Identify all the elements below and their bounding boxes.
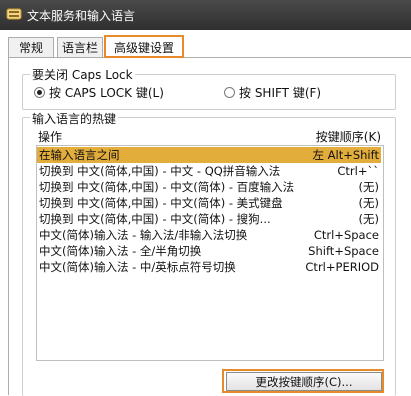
hotkey-action: 切换到 中文(简体,中国) - 中文(简体) - 百度输入法	[39, 180, 295, 194]
caps-lock-option-shift-label: 按 SHIFT 键(F)	[239, 86, 322, 100]
hotkeys-group-title: 输入语言的热键	[30, 110, 119, 127]
hotkey-key: Ctrl+PERIOD	[305, 260, 379, 274]
column-header-key-sequence: 按键顺序(K)	[315, 130, 381, 144]
hotkey-action: 中文(简体)输入法 - 中/英标点符号切换	[39, 260, 236, 274]
radio-checked-icon[interactable]	[34, 87, 45, 98]
title-bar: 文本服务和输入语言	[0, 0, 411, 30]
hotkey-key: (无)	[358, 196, 379, 210]
list-item[interactable]: 在输入语言之间 左 Alt+Shift	[37, 147, 381, 163]
hotkey-key: Ctrl+``	[337, 164, 379, 178]
caps-lock-group-title: 要关闭 Caps Lock	[30, 66, 135, 83]
hotkey-action: 中文(简体)输入法 - 输入法/非输入法切换	[39, 228, 248, 242]
list-item[interactable]: 切换到 中文(简体,中国) - 中文 - QQ拼音输入法 Ctrl+``	[37, 163, 381, 179]
list-item[interactable]: 切换到 中文(简体,中国) - 中文(简体) - 搜狗... (无)	[37, 211, 381, 227]
radio-unchecked-icon[interactable]	[224, 87, 235, 98]
caps-lock-option-capslock-label: 按 CAPS LOCK 键(L)	[49, 86, 164, 100]
hotkey-key: 左 Alt+Shift	[312, 148, 379, 162]
list-item[interactable]: 中文(简体)输入法 - 中/英标点符号切换 Ctrl+PERIOD	[37, 259, 381, 275]
hotkey-action: 在输入语言之间	[39, 148, 120, 162]
hotkey-action: 中文(简体)输入法 - 全/半角切换	[39, 244, 202, 258]
list-item[interactable]: 中文(简体)输入法 - 全/半角切换 Shift+Space	[37, 243, 381, 259]
list-item[interactable]: 切换到 中文(简体,中国) - 中文(简体) - 百度输入法 (无)	[37, 179, 381, 195]
list-item[interactable]: 切换到 中文(简体,中国) - 中文(简体) - 美式键盘 (无)	[37, 195, 381, 211]
list-item[interactable]: 中文(简体)输入法 - 输入法/非输入法切换 Ctrl+Space	[37, 227, 381, 243]
caps-lock-option-shift[interactable]: 按 SHIFT 键(F)	[224, 86, 321, 100]
hotkey-key: (无)	[358, 212, 379, 226]
hotkey-key: Shift+Space	[308, 244, 379, 258]
tab-advanced-key-settings[interactable]: 高级键设置	[104, 35, 184, 58]
hotkey-list[interactable]: 在输入语言之间 左 Alt+Shift 切换到 中文(简体,中国) - 中文 -…	[36, 145, 384, 361]
caps-lock-option-capslock[interactable]: 按 CAPS LOCK 键(L)	[34, 86, 164, 100]
column-header-action: 操作	[38, 130, 63, 144]
keyboard-app-icon	[6, 8, 22, 20]
tab-general[interactable]: 常规	[8, 37, 54, 57]
hotkey-key: (无)	[358, 180, 379, 194]
change-key-sequence-button[interactable]: 更改按键顺序(C)...	[226, 372, 382, 391]
window-title: 文本服务和输入语言	[27, 9, 136, 23]
hotkey-key: Ctrl+Space	[313, 228, 379, 242]
tab-language-bar[interactable]: 语言栏	[57, 37, 103, 57]
hotkey-action: 切换到 中文(简体,中国) - 中文(简体) - 搜狗...	[39, 212, 271, 226]
hotkey-action: 切换到 中文(简体,中国) - 中文 - QQ拼音输入法	[39, 164, 281, 178]
hotkey-action: 切换到 中文(简体,中国) - 中文(简体) - 美式键盘	[39, 196, 283, 210]
